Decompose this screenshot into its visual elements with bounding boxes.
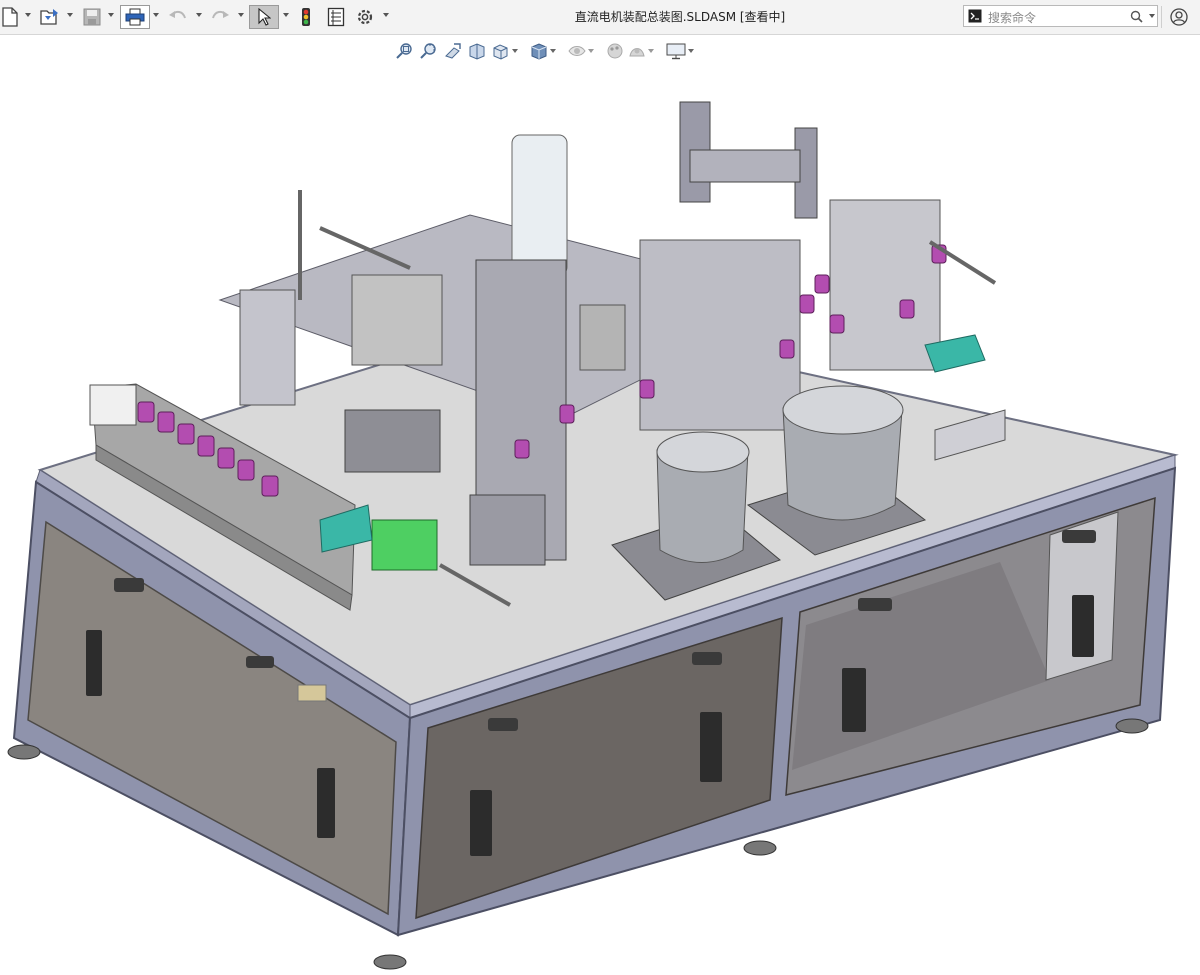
- search-icon[interactable]: [1130, 10, 1143, 23]
- options-dropdown-icon[interactable]: [383, 13, 389, 17]
- nameplate: [297, 684, 327, 702]
- redo-dropdown-icon[interactable]: [238, 13, 244, 17]
- search-placeholder: 搜索命令: [988, 11, 1037, 25]
- file-properties-icon[interactable]: [324, 5, 348, 29]
- toolbar-divider: [1161, 6, 1162, 28]
- sensor-box: [579, 304, 626, 371]
- bowl-feeder-right-rim: [782, 385, 904, 435]
- green-block: [371, 519, 438, 571]
- save-dropdown-icon[interactable]: [108, 13, 114, 17]
- search-command-box[interactable]: 搜索命令: [963, 5, 1158, 27]
- slide-cover: [344, 409, 441, 473]
- bowl-feeder-left-rim: [656, 431, 750, 473]
- print-dropdown-icon[interactable]: [153, 13, 159, 17]
- select-dropdown-icon[interactable]: [283, 13, 289, 17]
- graphics-area[interactable]: [0, 35, 1200, 971]
- new-dropdown-icon[interactable]: [25, 13, 31, 17]
- undo-dropdown-icon[interactable]: [196, 13, 202, 17]
- top-toolbar: 直流电机装配总装图.SLDASM [查看中] 搜索命令: [0, 0, 1200, 35]
- save-icon[interactable]: [80, 5, 104, 29]
- gantry-beam: [689, 149, 801, 183]
- redo-icon[interactable]: [208, 5, 232, 29]
- press-head: [469, 494, 546, 566]
- search-dropdown-icon[interactable]: [1149, 14, 1155, 18]
- command-prompt-icon: [968, 9, 982, 23]
- print-icon[interactable]: [120, 5, 150, 29]
- assembly-model[interactable]: [0, 35, 1200, 971]
- far-right-station: [829, 199, 941, 371]
- rebuild-icon[interactable]: [296, 5, 316, 29]
- left-press-station: [239, 289, 296, 406]
- gear-icon[interactable]: [352, 5, 378, 29]
- right-assembly-stations: [639, 239, 801, 431]
- station-2: [351, 274, 443, 366]
- window-title: 直流电机装配总装图.SLDASM [查看中]: [574, 10, 786, 24]
- open-dropdown-icon[interactable]: [67, 13, 73, 17]
- air-cylinder: [511, 134, 568, 276]
- undo-icon[interactable]: [166, 5, 190, 29]
- select-cursor-icon[interactable]: [249, 5, 279, 29]
- end-cap: [89, 384, 137, 426]
- open-file-icon[interactable]: [37, 5, 63, 29]
- new-document-icon[interactable]: [0, 5, 20, 29]
- user-account-icon[interactable]: [1167, 5, 1191, 29]
